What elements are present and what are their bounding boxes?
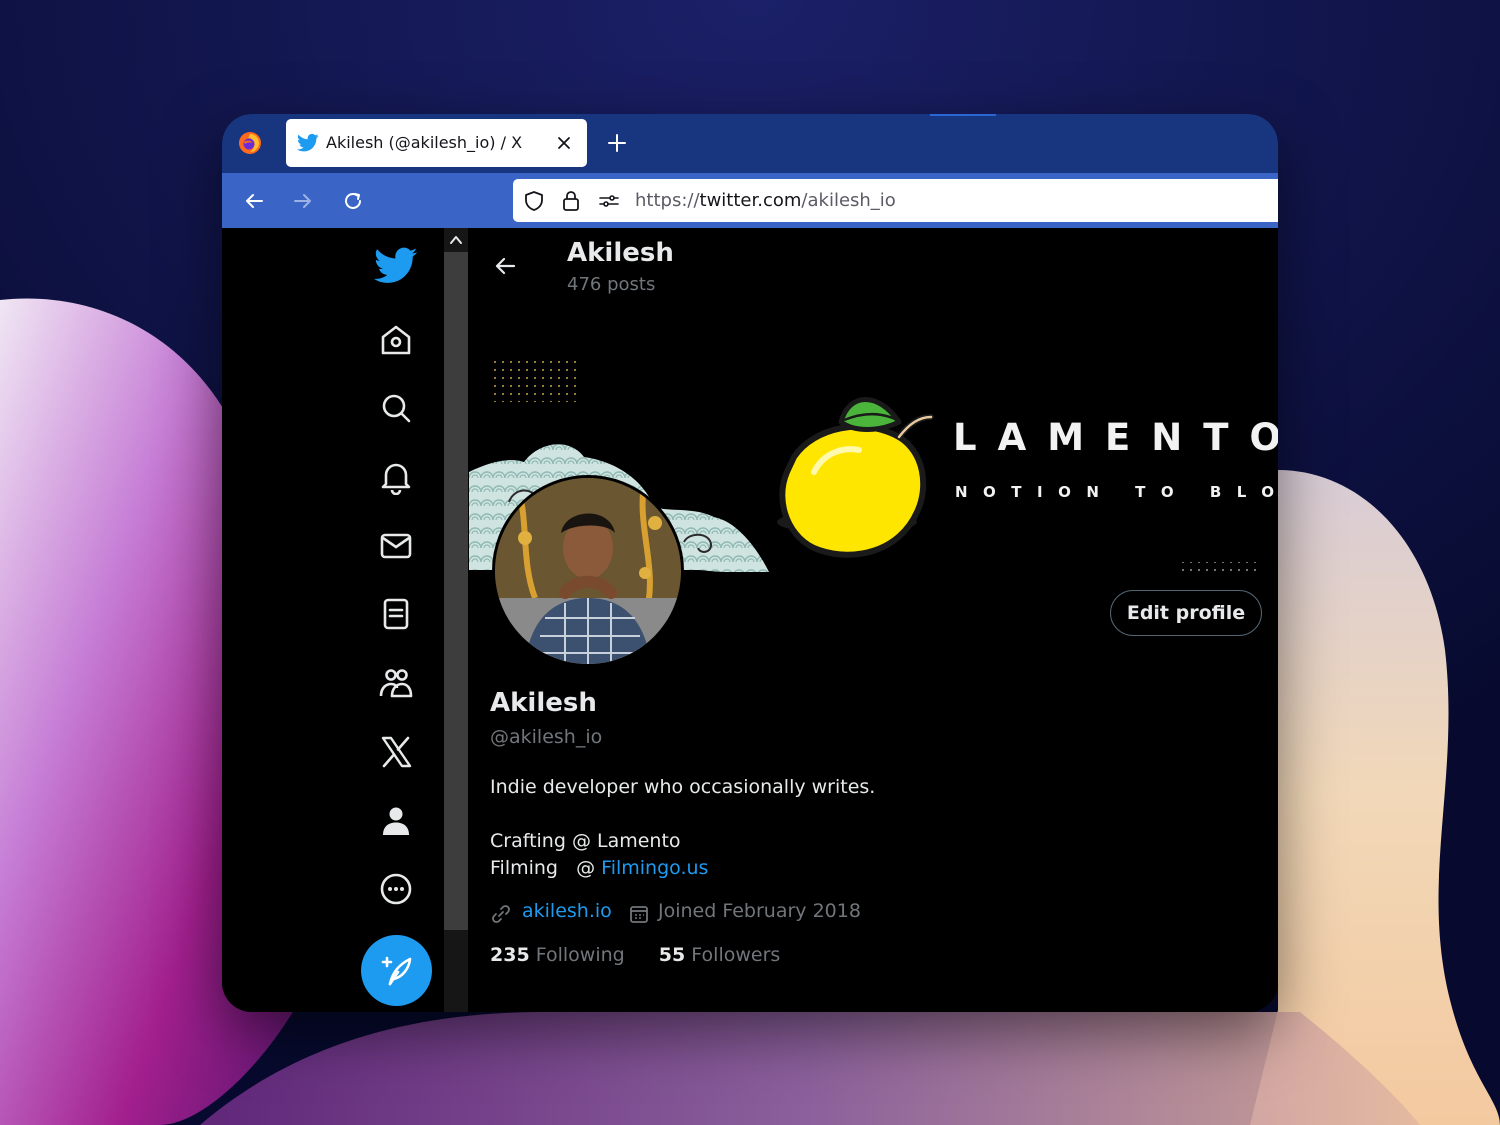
address-bar[interactable]: https://twitter.com/akilesh_io [513, 179, 1278, 222]
back-arrow-icon[interactable] [493, 254, 517, 278]
profile-icon[interactable] [378, 803, 414, 839]
scroll-up-icon[interactable] [449, 234, 463, 246]
tab-title: Akilesh (@akilesh_io) / X [326, 133, 523, 152]
profile-main: Akilesh 476 posts LAMENTO NOTION TO BL E… [469, 228, 1278, 1012]
url-text[interactable]: https://twitter.com/akilesh_io [635, 179, 896, 222]
navigation-bar: https://twitter.com/akilesh_io [222, 173, 1278, 228]
home-icon[interactable] [378, 322, 414, 358]
banner-tagline: NOTION TO BLOG [955, 483, 1278, 501]
communities-icon[interactable] [378, 665, 414, 701]
twitter-favicon-icon [297, 133, 319, 152]
avatar[interactable] [492, 475, 684, 667]
joined-date: Joined February 2018 [658, 900, 861, 922]
following-stat[interactable]: 235 Following [490, 944, 625, 966]
calendar-icon [630, 906, 648, 923]
reload-icon[interactable] [342, 190, 364, 212]
website-link[interactable]: akilesh.io [522, 900, 612, 922]
page-content: Akilesh 476 posts LAMENTO NOTION TO BL E… [222, 228, 1278, 1012]
compose-icon [381, 956, 412, 986]
x-logo-icon[interactable] [378, 734, 414, 770]
tab-active[interactable]: Akilesh (@akilesh_io) / X [286, 119, 587, 167]
back-icon[interactable] [243, 190, 265, 212]
new-tab-icon[interactable] [606, 132, 628, 154]
followers-stat[interactable]: 55 Followers [659, 944, 781, 966]
scrollbar[interactable] [444, 228, 468, 1012]
permissions-icon[interactable] [598, 190, 620, 212]
lists-icon[interactable] [378, 596, 414, 632]
tab-bar-accent [930, 114, 996, 116]
bio-link[interactable]: Filmingo.us [601, 857, 708, 879]
browser-window: Akilesh (@akilesh_io) / X https://twitte… [222, 114, 1278, 1012]
left-nav [222, 228, 444, 1012]
forward-icon[interactable] [292, 190, 314, 212]
firefox-icon[interactable] [238, 131, 262, 155]
banner-brand: LAMENTO [953, 416, 1278, 459]
search-icon[interactable] [378, 390, 414, 426]
mail-icon[interactable] [378, 528, 414, 564]
bio-line: Filming @ Filmingo.us [490, 857, 709, 879]
twitter-logo-icon[interactable] [374, 246, 418, 286]
profile-handle: @akilesh_io [490, 726, 603, 748]
bell-icon[interactable] [378, 459, 414, 495]
profile-name: Akilesh [490, 688, 597, 718]
link-icon [492, 905, 510, 923]
shield-icon[interactable] [523, 190, 545, 212]
bio-line: Indie developer who occasionally writes. [490, 776, 876, 798]
scrollbar-thumb[interactable] [444, 252, 468, 930]
close-tab-icon[interactable] [554, 133, 574, 153]
edit-profile-button[interactable]: Edit profile [1110, 590, 1262, 636]
more-icon[interactable] [378, 871, 414, 907]
header-name: Akilesh [567, 238, 674, 268]
compose-button[interactable] [361, 935, 432, 1006]
tab-bar: Akilesh (@akilesh_io) / X [222, 114, 1278, 173]
bio-line: Crafting @ Lamento [490, 830, 681, 852]
header-post-count: 476 posts [567, 274, 656, 295]
follow-stats: 235 Following 55 Followers [490, 944, 780, 966]
lock-icon[interactable] [560, 190, 582, 212]
avatar-photo [495, 478, 681, 664]
